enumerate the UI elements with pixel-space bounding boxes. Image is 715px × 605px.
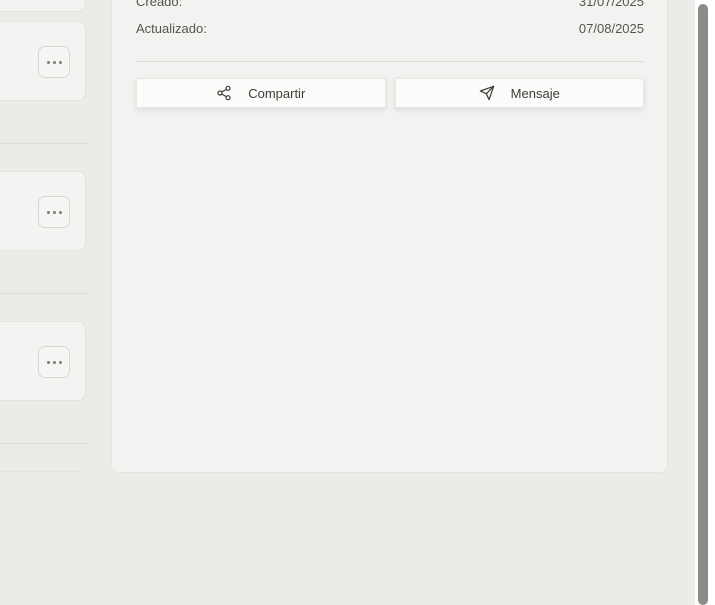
more-horizontal-icon [46, 360, 62, 364]
send-icon [479, 85, 494, 101]
list-card[interactable] [0, 21, 86, 101]
share-icon [217, 85, 231, 101]
updated-label: Actualizado: [136, 21, 207, 36]
list-divider [0, 443, 88, 444]
list-divider [0, 293, 88, 294]
action-buttons: Compartir Mensaje [136, 78, 644, 108]
list-card[interactable] [0, 171, 86, 251]
list-card[interactable] [0, 0, 86, 12]
created-row: Creado: 31/07/2025 [136, 0, 644, 9]
page: Creado: 31/07/2025 Actualizado: 07/08/20… [0, 0, 715, 605]
scrollbar-thumb[interactable] [698, 4, 708, 605]
message-button-label: Mensaje [510, 85, 560, 101]
panel-divider [136, 61, 644, 62]
list-card-edge [0, 471, 82, 472]
scrollbar[interactable] [695, 0, 715, 605]
updated-value: 07/08/2025 [578, 21, 644, 36]
more-horizontal-icon [46, 60, 62, 64]
created-value: 31/07/2025 [578, 0, 644, 9]
updated-row: Actualizado: 07/08/2025 [136, 21, 644, 36]
more-horizontal-icon [46, 210, 62, 214]
share-button-label: Compartir [248, 85, 306, 101]
more-options-button[interactable] [38, 46, 70, 78]
created-label: Creado: [136, 0, 183, 9]
detail-panel: Creado: 31/07/2025 Actualizado: 07/08/20… [111, 0, 668, 473]
message-button[interactable]: Mensaje [394, 78, 644, 108]
more-options-button[interactable] [38, 346, 70, 378]
list-card[interactable] [0, 321, 86, 401]
list-divider [0, 143, 88, 144]
share-button[interactable]: Compartir [136, 78, 386, 108]
more-options-button[interactable] [38, 196, 70, 228]
